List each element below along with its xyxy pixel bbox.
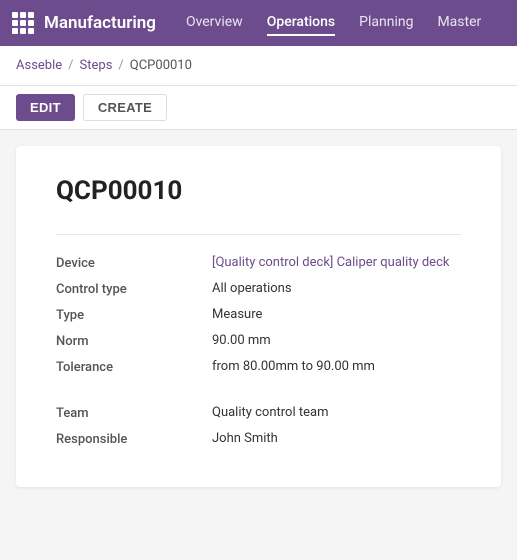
norm-label: Norm bbox=[56, 333, 196, 349]
responsible-label: Responsible bbox=[56, 431, 196, 447]
nav-overview[interactable]: Overview bbox=[186, 10, 243, 36]
grid-icon bbox=[12, 12, 34, 34]
breadcrumb-parent[interactable]: Steps bbox=[80, 58, 113, 73]
section-gap bbox=[56, 385, 461, 395]
breadcrumb: Asseble / Steps / QCP00010 bbox=[0, 46, 517, 86]
breadcrumb-current: QCP00010 bbox=[130, 58, 192, 73]
norm-value: 90.00 mm bbox=[212, 333, 461, 349]
app-name: Manufacturing bbox=[44, 13, 156, 33]
divider bbox=[56, 234, 461, 235]
type-label: Type bbox=[56, 307, 196, 323]
device-label: Device bbox=[56, 255, 196, 271]
team-label: Team bbox=[56, 405, 196, 421]
main-content: QCP00010 Device [Quality control deck] C… bbox=[0, 130, 517, 560]
nav-master[interactable]: Master bbox=[437, 10, 481, 36]
team-value: Quality control team bbox=[212, 405, 461, 421]
breadcrumb-sep2: / bbox=[118, 58, 123, 73]
app-logo[interactable]: Manufacturing bbox=[12, 12, 156, 34]
control-type-label: Control type bbox=[56, 281, 196, 297]
fields-grid: Device [Quality control deck] Caliper qu… bbox=[56, 255, 461, 447]
create-button[interactable]: CREATE bbox=[83, 94, 167, 121]
responsible-value: John Smith bbox=[212, 431, 461, 447]
breadcrumb-root[interactable]: Asseble bbox=[16, 58, 62, 73]
record-card: QCP00010 Device [Quality control deck] C… bbox=[16, 146, 501, 487]
control-type-value: All operations bbox=[212, 281, 461, 297]
action-bar: EDIT CREATE bbox=[0, 86, 517, 130]
breadcrumb-sep1: / bbox=[68, 58, 73, 73]
nav-operations[interactable]: Operations bbox=[267, 10, 335, 36]
record-title: QCP00010 bbox=[56, 176, 461, 206]
nav-planning[interactable]: Planning bbox=[359, 10, 413, 36]
type-value: Measure bbox=[212, 307, 461, 323]
tolerance-value: from 80.00mm to 90.00 mm bbox=[212, 359, 461, 375]
top-navigation: Manufacturing Overview Operations Planni… bbox=[0, 0, 517, 46]
tolerance-label: Tolerance bbox=[56, 359, 196, 375]
nav-links: Overview Operations Planning Master bbox=[186, 10, 481, 36]
edit-button[interactable]: EDIT bbox=[16, 94, 75, 121]
device-value[interactable]: [Quality control deck] Caliper quality d… bbox=[212, 255, 461, 271]
